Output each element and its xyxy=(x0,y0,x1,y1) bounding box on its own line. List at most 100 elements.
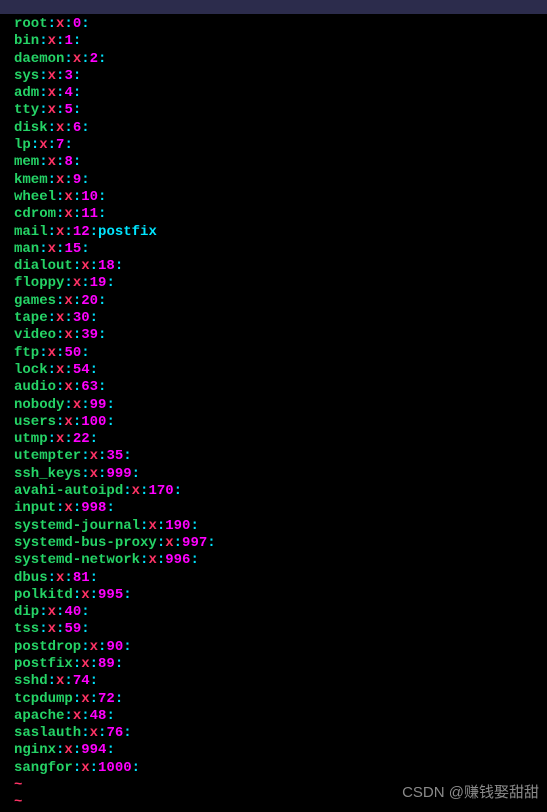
group-name: systemd-journal xyxy=(14,518,140,534)
separator: : xyxy=(64,397,72,413)
separator: : xyxy=(90,760,98,776)
group-entry-line: tape:x:30: xyxy=(14,310,547,327)
group-name: root xyxy=(14,16,48,32)
group-name: tcpdump xyxy=(14,691,73,707)
separator: : xyxy=(115,258,123,274)
separator: : xyxy=(48,431,56,447)
password-placeholder: x xyxy=(90,466,98,482)
gid-value: 15 xyxy=(64,241,81,257)
gid-value: 170 xyxy=(148,483,173,499)
separator: : xyxy=(98,206,106,222)
gid-value: 19 xyxy=(90,275,107,291)
password-placeholder: x xyxy=(64,327,72,343)
separator: : xyxy=(64,362,72,378)
separator: : xyxy=(98,189,106,205)
password-placeholder: x xyxy=(64,414,72,430)
gid-value: 997 xyxy=(182,535,207,551)
group-name: users xyxy=(14,414,56,430)
password-placeholder: x xyxy=(81,587,89,603)
group-name: polkitd xyxy=(14,587,73,603)
separator: : xyxy=(90,431,98,447)
password-placeholder: x xyxy=(48,85,56,101)
group-name: ftp xyxy=(14,345,39,361)
separator: : xyxy=(73,500,81,516)
group-name: dbus xyxy=(14,570,48,586)
separator: : xyxy=(48,172,56,188)
password-placeholder: x xyxy=(73,708,81,724)
group-entry-line: ssh_keys:x:999: xyxy=(14,466,547,483)
group-entry-line: systemd-bus-proxy:x:997: xyxy=(14,535,547,552)
separator: : xyxy=(64,172,72,188)
separator: : xyxy=(98,379,106,395)
separator: : xyxy=(190,552,198,568)
group-entry-line: games:x:20: xyxy=(14,293,547,310)
separator: : xyxy=(73,742,81,758)
group-name: systemd-network xyxy=(14,552,140,568)
gid-value: 22 xyxy=(73,431,90,447)
gid-value: 100 xyxy=(81,414,106,430)
group-entry-line: cdrom:x:11: xyxy=(14,206,547,223)
separator: : xyxy=(64,51,72,67)
separator: : xyxy=(132,466,140,482)
group-name: daemon xyxy=(14,51,64,67)
separator: : xyxy=(81,120,89,136)
gid-value: 74 xyxy=(73,673,90,689)
separator: : xyxy=(39,604,47,620)
group-entry-line: lock:x:54: xyxy=(14,362,547,379)
group-entry-line: tss:x:59: xyxy=(14,621,547,638)
separator: : xyxy=(98,327,106,343)
group-name: cdrom xyxy=(14,206,56,222)
password-placeholder: x xyxy=(48,154,56,170)
password-placeholder: x xyxy=(81,258,89,274)
separator: : xyxy=(64,570,72,586)
password-placeholder: x xyxy=(81,760,89,776)
gid-value: 35 xyxy=(106,448,123,464)
gid-value: 50 xyxy=(64,345,81,361)
separator: : xyxy=(64,708,72,724)
separator: : xyxy=(123,483,131,499)
group-entry-line: sshd:x:74: xyxy=(14,673,547,690)
group-entry-line: nginx:x:994: xyxy=(14,742,547,759)
group-entry-line: users:x:100: xyxy=(14,414,547,431)
separator: : xyxy=(132,760,140,776)
group-entry-line: systemd-journal:x:190: xyxy=(14,518,547,535)
group-name: lp xyxy=(14,137,31,153)
separator: : xyxy=(90,673,98,689)
group-name: man xyxy=(14,241,39,257)
group-name: input xyxy=(14,500,56,516)
gid-value: 89 xyxy=(98,656,115,672)
gid-value: 6 xyxy=(73,120,81,136)
password-placeholder: x xyxy=(73,51,81,67)
separator: : xyxy=(39,345,47,361)
password-placeholder: x xyxy=(48,68,56,84)
separator: : xyxy=(106,708,114,724)
terminal-output[interactable]: root:x:0:bin:x:1:daemon:x:2:sys:x:3:adm:… xyxy=(0,14,547,812)
separator: : xyxy=(81,466,89,482)
password-placeholder: x xyxy=(64,293,72,309)
gid-value: 1 xyxy=(64,33,72,49)
separator: : xyxy=(81,241,89,257)
gid-value: 995 xyxy=(98,587,123,603)
group-name: saslauth xyxy=(14,725,81,741)
separator: : xyxy=(73,414,81,430)
gid-value: 20 xyxy=(81,293,98,309)
separator: : xyxy=(81,639,89,655)
group-entry-line: kmem:x:9: xyxy=(14,172,547,189)
group-name: sangfor xyxy=(14,760,73,776)
group-entry-line: root:x:0: xyxy=(14,16,547,33)
separator: : xyxy=(81,397,89,413)
separator: : xyxy=(115,691,123,707)
password-placeholder: x xyxy=(64,500,72,516)
group-entry-line: mem:x:8: xyxy=(14,154,547,171)
separator: : xyxy=(123,725,131,741)
group-entry-line: polkitd:x:995: xyxy=(14,587,547,604)
password-placeholder: x xyxy=(64,206,72,222)
group-name: tss xyxy=(14,621,39,637)
separator: : xyxy=(157,518,165,534)
separator: : xyxy=(64,275,72,291)
separator: : xyxy=(73,587,81,603)
group-entry-line: tcpdump:x:72: xyxy=(14,691,547,708)
watermark-text: CSDN @赚钱娶甜甜 xyxy=(402,784,539,801)
group-name: nginx xyxy=(14,742,56,758)
separator: : xyxy=(48,224,56,240)
